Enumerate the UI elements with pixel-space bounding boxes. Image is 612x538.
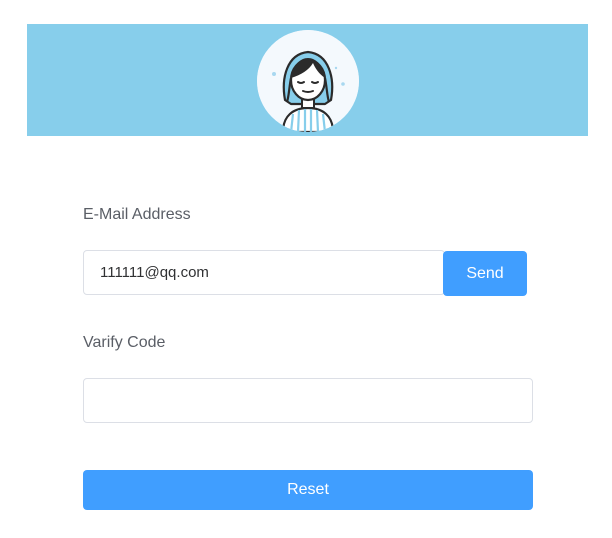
reset-button[interactable]: Reset xyxy=(83,470,533,510)
reset-password-page: E-Mail Address Send Varify Code Reset xyxy=(0,0,612,538)
email-label: E-Mail Address xyxy=(83,206,191,223)
woman-avatar-icon xyxy=(257,30,359,132)
email-input[interactable] xyxy=(83,250,445,295)
verify-code-input[interactable] xyxy=(83,378,533,423)
send-code-button[interactable]: Send xyxy=(443,251,527,296)
verify-code-label: Varify Code xyxy=(83,334,166,351)
user-avatar xyxy=(257,30,359,132)
